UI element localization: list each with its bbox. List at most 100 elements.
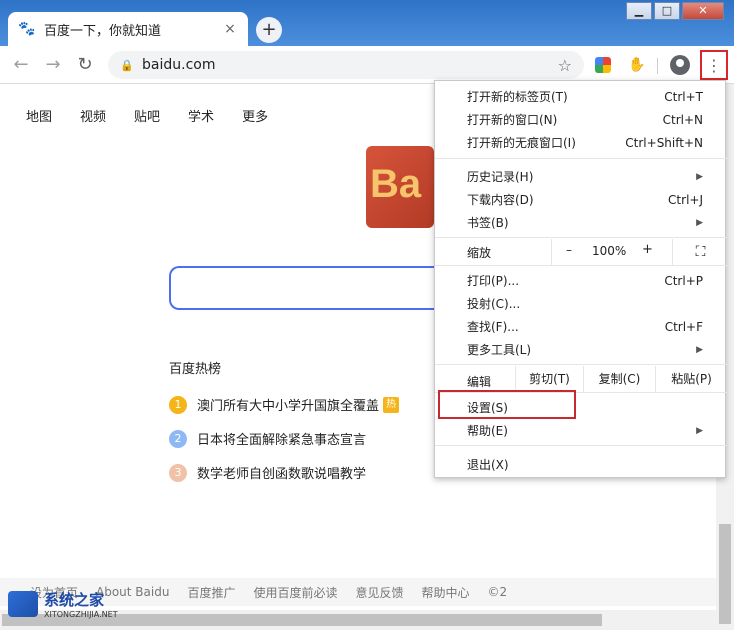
reload-icon[interactable]: ↻ xyxy=(74,55,96,75)
window-controls: ▁ □ ✕ xyxy=(626,2,724,20)
footer-link[interactable]: 帮助中心 xyxy=(422,584,470,601)
hot-item-text[interactable]: 澳门所有大中小学升国旗全覆盖 xyxy=(197,395,379,414)
submenu-arrow-icon: ▶ xyxy=(696,344,703,355)
back-arrow-icon[interactable]: ← xyxy=(10,55,32,75)
menu-divider xyxy=(435,265,727,266)
window-close-button[interactable]: ✕ xyxy=(682,2,724,20)
watermark-text: 系统之家 XITONGZHIJIA.NET xyxy=(44,589,118,619)
menu-divider xyxy=(435,158,727,159)
rank-badge: 2 xyxy=(169,429,187,448)
menu-item-label: 打印(P)... xyxy=(467,274,520,288)
scroll-thumb[interactable] xyxy=(719,524,731,624)
menu-item-exit[interactable]: 退出(X) xyxy=(435,453,727,476)
menu-item-new-tab[interactable]: 打开新的标签页(T) Ctrl+T xyxy=(435,85,727,108)
footer-copyright: ©2 xyxy=(487,585,508,599)
hot-list-item[interactable]: 1 澳门所有大中小学升国旗全覆盖 热 xyxy=(169,395,400,414)
forward-arrow-icon[interactable]: → xyxy=(42,55,64,75)
zoom-in-button[interactable]: + xyxy=(642,242,653,257)
menu-item-label: 查找(F)... xyxy=(467,320,519,334)
rank-badge: 1 xyxy=(169,395,187,414)
browser-toolbar: ← → ↻ 🔒 baidu.com ☆ ✋ ⋮ xyxy=(0,46,734,84)
nav-link-xueshu[interactable]: 学术 xyxy=(188,106,214,125)
menu-item-label: 历史记录(H) xyxy=(467,170,534,184)
hand-extension-icon[interactable]: ✋ xyxy=(628,57,645,73)
menu-item-shortcut: Ctrl+T xyxy=(664,89,703,104)
browser-tab[interactable]: 🐾 百度一下，你就知道 × xyxy=(8,12,248,46)
menu-edit-row: 编辑 剪切(T) 复制(C) 粘贴(P) xyxy=(435,366,727,392)
nav-link-more[interactable]: 更多 xyxy=(242,106,268,125)
footer-link[interactable]: 意见反馈 xyxy=(355,584,403,601)
zoom-label: 缩放 xyxy=(467,246,492,260)
toolbar-divider xyxy=(657,58,658,74)
zoom-level: 100% xyxy=(592,244,627,258)
watermark-en: XITONGZHIJIA.NET xyxy=(44,610,118,619)
fullscreen-icon[interactable]: ⛶ xyxy=(672,239,728,265)
menu-item-shortcut: Ctrl+N xyxy=(662,112,703,127)
hot-list-item[interactable]: 2 日本将全面解除紧急事态宣言 xyxy=(169,429,366,448)
bookmark-star-icon[interactable]: ☆ xyxy=(558,56,572,75)
new-tab-button[interactable]: + xyxy=(256,17,282,43)
menu-item-shortcut: Ctrl+F xyxy=(664,319,703,334)
menu-divider xyxy=(435,364,727,365)
menu-item-find[interactable]: 查找(F)... Ctrl+F xyxy=(435,315,727,338)
watermark-logo-icon xyxy=(8,591,38,617)
baidu-logo[interactable]: Ba xyxy=(366,146,434,228)
hot-list-item[interactable]: 3 数学老师自创函数歌说唱教学 xyxy=(169,463,366,482)
extension-icon[interactable] xyxy=(595,57,611,73)
settings-highlight-box xyxy=(438,390,576,419)
menu-item-shortcut: Ctrl+P xyxy=(664,273,703,288)
menu-item-history[interactable]: 历史记录(H) ▶ xyxy=(435,165,727,188)
submenu-arrow-icon: ▶ xyxy=(696,217,703,228)
hot-item-text[interactable]: 日本将全面解除紧急事态宣言 xyxy=(197,429,366,448)
baidu-top-nav: 地图 视频 贴吧 学术 更多 xyxy=(26,106,268,125)
menu-item-print[interactable]: 打印(P)... Ctrl+P xyxy=(435,269,727,292)
nav-link-map[interactable]: 地图 xyxy=(26,106,52,125)
menu-item-downloads[interactable]: 下载内容(D) Ctrl+J xyxy=(435,188,727,211)
tab-close-icon[interactable]: × xyxy=(222,21,238,37)
footer-link[interactable]: 使用百度前必读 xyxy=(253,584,337,601)
paste-button[interactable]: 粘贴(P) xyxy=(655,366,727,392)
lock-icon[interactable]: 🔒 xyxy=(120,59,134,72)
chrome-menu-button[interactable]: ⋮ xyxy=(700,50,728,80)
hot-list-title: 百度热榜 xyxy=(169,362,222,377)
search-input[interactable] xyxy=(169,266,435,310)
cut-button[interactable]: 剪切(T) xyxy=(515,366,583,392)
tab-title: 百度一下，你就知道 xyxy=(44,23,162,39)
menu-item-more-tools[interactable]: 更多工具(L) ▶ xyxy=(435,338,727,361)
menu-item-label: 更多工具(L) xyxy=(467,343,532,357)
nav-link-tieba[interactable]: 贴吧 xyxy=(134,106,160,125)
url-text[interactable]: baidu.com xyxy=(142,57,558,73)
submenu-arrow-icon: ▶ xyxy=(696,425,703,436)
zoom-out-button[interactable]: – xyxy=(566,243,572,257)
zoom-controls: – 100% + ⛶ xyxy=(551,239,727,265)
logo-text: Ba xyxy=(370,162,422,206)
menu-item-label: 下载内容(D) xyxy=(467,193,534,207)
menu-item-shortcut: Ctrl+J xyxy=(668,192,703,207)
menu-item-new-incognito[interactable]: 打开新的无痕窗口(I) Ctrl+Shift+N xyxy=(435,131,727,154)
submenu-arrow-icon: ▶ xyxy=(696,171,703,182)
maximize-button[interactable]: □ xyxy=(654,2,680,20)
profile-avatar-icon[interactable] xyxy=(670,55,690,75)
menu-item-label: 打开新的窗口(N) xyxy=(467,113,558,127)
edit-label: 编辑 xyxy=(467,375,492,389)
address-bar[interactable]: 🔒 baidu.com ☆ xyxy=(108,51,584,79)
menu-item-label: 投射(C)... xyxy=(467,297,521,311)
minimize-button[interactable]: ▁ xyxy=(626,2,652,20)
menu-divider xyxy=(435,237,727,238)
menu-item-new-window[interactable]: 打开新的窗口(N) Ctrl+N xyxy=(435,108,727,131)
nav-link-video[interactable]: 视频 xyxy=(80,106,106,125)
menu-item-help[interactable]: 帮助(E) ▶ xyxy=(435,419,727,442)
menu-item-shortcut: Ctrl+Shift+N xyxy=(625,135,703,150)
rank-badge: 3 xyxy=(169,463,187,482)
copy-button[interactable]: 复制(C) xyxy=(583,366,655,392)
menu-item-label: 书签(B) xyxy=(467,216,509,230)
menu-item-label: 打开新的标签页(T) xyxy=(467,90,568,104)
hot-item-text[interactable]: 数学老师自创函数歌说唱教学 xyxy=(197,463,366,482)
menu-item-label: 帮助(E) xyxy=(467,424,508,438)
menu-item-cast[interactable]: 投射(C)... xyxy=(435,292,727,315)
footer-link[interactable]: 百度推广 xyxy=(187,584,235,601)
hot-tag-badge: 热 xyxy=(383,396,400,413)
menu-item-bookmarks[interactable]: 书签(B) ▶ xyxy=(435,211,727,234)
site-watermark: 系统之家 XITONGZHIJIA.NET xyxy=(8,580,158,628)
menu-item-label: 退出(X) xyxy=(467,458,509,472)
